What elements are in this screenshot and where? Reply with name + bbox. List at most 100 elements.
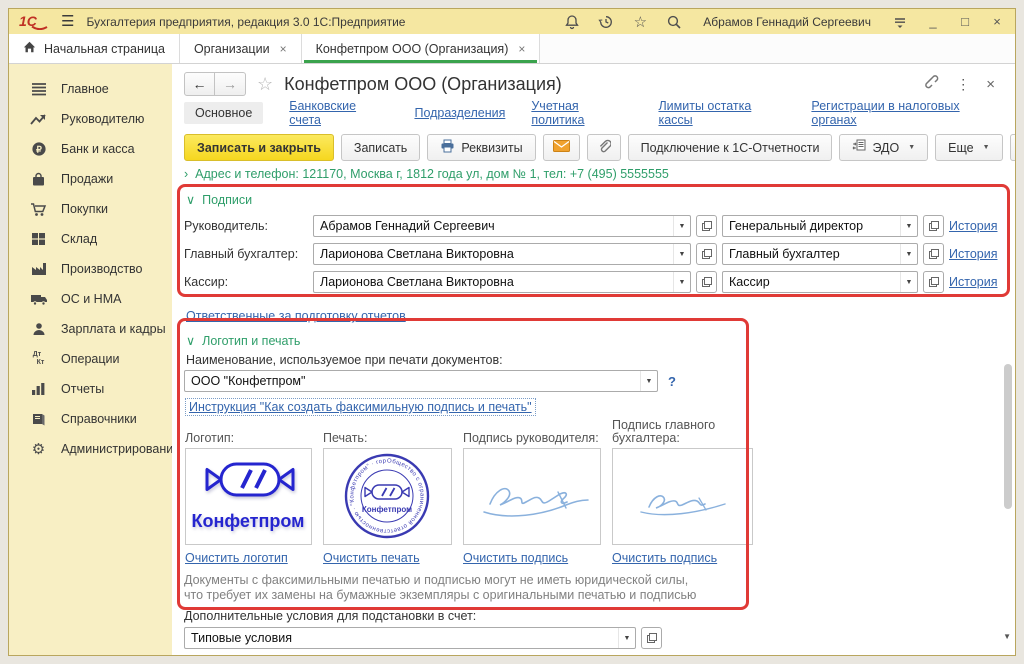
tab-close-icon[interactable]: × [518,42,525,56]
help-button[interactable]: ? [1010,134,1015,161]
logo-label: Логотип: [185,422,312,448]
clear-accountant-signature-link[interactable]: Очистить подпись [612,551,753,565]
clear-director-signature-link[interactable]: Очистить подпись [463,551,601,565]
sidebar-item-warehouse[interactable]: Склад [9,224,172,254]
tab-organizations[interactable]: Организации × [180,34,302,63]
tab-cash-limits[interactable]: Лимиты остатка кассы [658,99,785,127]
invoice-conditions-label: Дополнительные условия для подстановки в… [184,609,1003,623]
sidebar-item-fixed-assets[interactable]: ОС и НМА [9,284,172,314]
search-icon[interactable] [665,13,683,31]
tab-subdivisions[interactable]: Подразделения [414,106,505,120]
close-form-icon[interactable]: × [986,76,995,93]
main-menu-icon[interactable]: ☰ [61,14,74,29]
sidebar-item-sales[interactable]: Продажи [9,164,172,194]
instruction-link[interactable]: Инструкция "Как создать факсимильную под… [185,398,536,416]
responsible-for-reports-link[interactable]: Ответственные за подготовку отчетов [186,309,406,323]
sidebar-item-production[interactable]: Производство [9,254,172,284]
service-menu-icon[interactable] [891,13,909,31]
open-button[interactable] [923,243,944,265]
history-icon[interactable] [597,13,615,31]
clear-stamp-link[interactable]: Очистить печать [323,551,452,565]
open-button[interactable] [641,627,662,649]
dropdown-icon[interactable]: ▼ [673,272,690,292]
save-button[interactable]: Записать [341,134,420,161]
open-button[interactable] [696,215,717,237]
close-window-button[interactable]: × [989,14,1005,29]
dropdown-icon[interactable]: ▼ [900,244,917,264]
sidebar-item-operations[interactable]: Дт Кт Операции [9,344,172,374]
sidebar-item-bank-cash[interactable]: ₽ Банк и касса [9,134,172,164]
help-question-icon[interactable]: ? [668,374,676,389]
open-button[interactable] [923,271,944,293]
signatures-section-header[interactable]: ∨ Подписи [186,192,1003,207]
tab-home[interactable]: Начальная страница [9,34,180,63]
accountant-signature-image[interactable] [612,448,753,545]
tab-close-icon[interactable]: × [280,42,287,56]
stamp-image[interactable]: Общество с ограниченной ответственностью… [323,448,452,545]
tab-bank-accounts[interactable]: Банковские счета [289,99,388,127]
address-phone-group[interactable]: ›Адрес и телефон: 121170, Москва г, 1812… [184,167,1003,182]
tab-accounting-policy[interactable]: Учетная политика [531,99,632,127]
details-button[interactable]: Реквизиты [427,134,535,161]
get-link-icon[interactable] [923,73,940,95]
favorites-star-icon[interactable]: ☆ [631,13,649,31]
open-button[interactable] [696,271,717,293]
sidebar-item-manager[interactable]: Руководителю [9,104,172,134]
forward-button[interactable]: → [215,72,246,96]
invoice-conditions-field[interactable]: Типовые условия ▼ [184,627,636,649]
dropdown-icon[interactable]: ▼ [618,628,635,648]
dropdown-icon[interactable]: ▼ [640,371,657,391]
sidebar-item-administration[interactable]: ⚙ Администрирование [9,434,172,464]
connect-1c-reporting-button[interactable]: Подключение к 1С-Отчетности [628,134,833,161]
attachments-button[interactable] [587,134,621,161]
tab-main[interactable]: Основное [184,102,263,124]
sidebar-item-main[interactable]: Главное [9,74,172,104]
vertical-scrollbar-thumb[interactable] [1004,364,1012,509]
clear-logo-link[interactable]: Очистить логотип [185,551,312,565]
logo-image[interactable]: Конфетпром [185,448,312,545]
logo-print-section-header[interactable]: ∨ Логотип и печать [186,333,1003,348]
title-bar: 1С ☰ Бухгалтерия предприятия, редакция 3… [9,9,1015,34]
more-button[interactable]: Еще ▼ [935,134,1002,161]
back-button[interactable]: ← [184,72,215,96]
tab-tax-registrations[interactable]: Регистрации в налоговых органах [811,99,1003,127]
open-button[interactable] [696,243,717,265]
minimize-button[interactable]: _ [925,14,941,29]
send-email-button[interactable] [543,134,580,161]
favorite-star-icon[interactable]: ☆ [257,74,273,95]
save-and-close-button[interactable]: Записать и закрыть [184,134,334,161]
sidebar-item-references[interactable]: Справочники [9,404,172,434]
tab-konfetprom[interactable]: Конфетпром ООО (Организация) × [302,34,541,63]
sidebar-item-salary-hr[interactable]: Зарплата и кадры [9,314,172,344]
director-name-field[interactable]: Абрамов Геннадий Сергеевич ▼ [313,215,691,237]
print-name-field[interactable]: ООО "Конфетпром" ▼ [184,370,658,392]
scroll-down-arrow-icon[interactable]: ▼ [1003,632,1011,641]
open-button[interactable] [923,215,944,237]
dropdown-icon[interactable]: ▼ [900,216,917,236]
dropdown-icon[interactable]: ▼ [673,244,690,264]
stamp-label: Печать: [323,422,452,448]
director-signature-image[interactable] [463,448,601,545]
accountant-name-field[interactable]: Ларионова Светлана Викторовна ▼ [313,243,691,265]
cashier-position-field[interactable]: Кассир ▼ [722,271,918,293]
maximize-button[interactable]: □ [957,14,973,29]
current-user[interactable]: Абрамов Геннадий Сергеевич [703,15,871,29]
cashier-name-field[interactable]: Ларионова Светлана Викторовна ▼ [313,271,691,293]
sidebar-item-purchases[interactable]: Покупки [9,194,172,224]
print-name-label: Наименование, используемое при печати до… [186,353,1003,367]
director-position-field[interactable]: Генеральный директор ▼ [722,215,918,237]
edo-button[interactable]: ЭДО ▼ [839,134,928,161]
person-icon [29,320,48,338]
dropdown-icon[interactable]: ▼ [900,272,917,292]
history-link[interactable]: История [949,219,1003,233]
history-link[interactable]: История [949,247,1003,261]
envelope-icon [553,140,570,155]
accountant-position-field[interactable]: Главный бухгалтер ▼ [722,243,918,265]
history-link[interactable]: История [949,275,1003,289]
more-actions-kebab-icon[interactable]: ⋮ [956,76,970,93]
signatures-section: ∨ Подписи Руководитель: Абрамов Геннадий… [184,192,1003,293]
sidebar-item-reports[interactable]: Отчеты [9,374,172,404]
dropdown-icon[interactable]: ▼ [673,216,690,236]
notifications-bell-icon[interactable] [563,13,581,31]
bag-icon [29,170,48,188]
